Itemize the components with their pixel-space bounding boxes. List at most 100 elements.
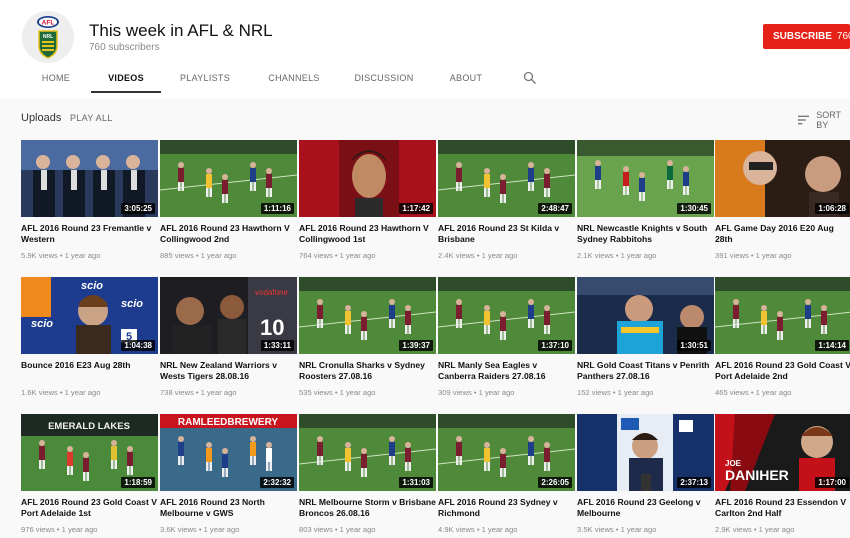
- video-card[interactable]: JOE DANIHER 1:17:00 AFL 2016 Round 23 Essen…: [715, 414, 850, 534]
- video-thumbnail[interactable]: 3:05:25: [21, 140, 158, 217]
- video-duration: 1:14:14: [815, 340, 849, 351]
- video-thumbnail[interactable]: 2:26:05: [438, 414, 575, 491]
- video-thumbnail[interactable]: 1:37:10: [438, 277, 575, 354]
- video-title[interactable]: NRL Manly Sea Eagles v Canberra Raiders …: [438, 360, 575, 382]
- video-meta: 2.4K views • 1 year ago: [438, 251, 518, 260]
- video-duration: 1:30:45: [677, 203, 711, 214]
- svg-text:DANIHER: DANIHER: [725, 467, 789, 483]
- video-card[interactable]: 1:11:16 AFL 2016 Round 23 Hawthorn V Coll…: [160, 140, 297, 260]
- video-card[interactable]: EMERALD LAKES 1:18:59 AFL 2016 Round 23 Go…: [21, 414, 158, 534]
- video-thumbnail[interactable]: 1:14:14: [715, 277, 850, 354]
- video-card[interactable]: scio scio scio 5 1:04:38 Bounce 2016 E23 Aug …: [21, 277, 158, 397]
- video-duration: 1:30:51: [677, 340, 711, 351]
- video-card[interactable]: 1:39:37 NRL Cronulla Sharks v Sydney Roos…: [299, 277, 436, 397]
- tab-videos[interactable]: VIDEOS: [91, 62, 161, 93]
- video-meta: 976 views • 1 year ago: [21, 525, 98, 534]
- tab-channels[interactable]: CHANNELS: [259, 62, 329, 94]
- video-thumbnail[interactable]: 1:39:37: [299, 277, 436, 354]
- video-card[interactable]: 2:26:05 AFL 2016 Round 23 Sydney v Richmo…: [438, 414, 575, 534]
- video-card[interactable]: 1:30:45 NRL Newcastle Knights v South Syd…: [577, 140, 714, 260]
- video-card[interactable]: 2:48:47 AFL 2016 Round 23 St Kilda v Bris…: [438, 140, 575, 260]
- video-meta: 152 views • 1 year ago: [577, 388, 654, 397]
- video-duration: 1:17:42: [399, 203, 433, 214]
- video-thumbnail[interactable]: 1:30:45: [577, 140, 714, 217]
- video-thumbnail[interactable]: RAMLEEDBREWERY 2:32:32: [160, 414, 297, 491]
- video-title[interactable]: AFL 2016 Round 23 Essendon V Carlton 2nd…: [715, 497, 850, 519]
- video-title[interactable]: AFL 2016 Round 23 Hawthorn V Collingwood…: [160, 223, 297, 245]
- afl-nrl-logo: AFL NRL: [22, 11, 74, 63]
- video-title[interactable]: NRL Melbourne Storm v Brisbane Broncos 2…: [299, 497, 436, 519]
- video-card[interactable]: 1:31:03 NRL Melbourne Storm v Brisbane Br…: [299, 414, 436, 534]
- video-thumbnail[interactable]: 2:37:13: [577, 414, 714, 491]
- tab-discussion[interactable]: DISCUSSION: [348, 62, 420, 94]
- channel-header: AFL NRL This week in AFL & NRL 760 subsc…: [0, 0, 850, 98]
- video-thumbnail[interactable]: 1:31:03: [299, 414, 436, 491]
- video-meta: 5.9K views • 1 year ago: [21, 251, 101, 260]
- tab-playlists[interactable]: PLAYLISTS: [170, 62, 240, 94]
- video-meta: 764 views • 1 year ago: [299, 251, 376, 260]
- video-card[interactable]: 2:37:13 AFL 2016 Round 23 Geelong v Melbo…: [577, 414, 714, 534]
- video-duration: 1:37:10: [538, 340, 572, 351]
- tab-home[interactable]: HOME: [21, 62, 91, 94]
- video-meta: 309 views • 1 year ago: [438, 388, 515, 397]
- video-duration: 1:11:16: [260, 203, 294, 214]
- video-meta: 738 views • 1 year ago: [160, 388, 237, 397]
- svg-text:10: 10: [260, 315, 284, 340]
- video-card[interactable]: 3:05:25 AFL 2016 Round 23 Fremantle v Wes…: [21, 140, 158, 260]
- video-title[interactable]: AFL 2016 Round 23 Geelong v Melbourne: [577, 497, 714, 519]
- sort-label: SORT BY: [816, 110, 841, 130]
- video-duration: 1:18:59: [121, 477, 155, 488]
- video-thumbnail[interactable]: vodafone 10 1:33:11: [160, 277, 297, 354]
- svg-text:scio: scio: [121, 298, 143, 310]
- video-meta: 465 views • 1 year ago: [715, 388, 792, 397]
- video-thumbnail[interactable]: 2:48:47: [438, 140, 575, 217]
- video-title[interactable]: AFL 2016 Round 23 St Kilda v Brisbane: [438, 223, 575, 245]
- video-thumbnail[interactable]: 1:11:16: [160, 140, 297, 217]
- video-title[interactable]: NRL Cronulla Sharks v Sydney Roosters 27…: [299, 360, 436, 382]
- video-thumbnail[interactable]: 1:30:51: [577, 277, 714, 354]
- youtube-channel-page: AFL NRL This week in AFL & NRL 760 subsc…: [0, 0, 850, 538]
- video-card[interactable]: 1:17:42 AFL 2016 Round 23 Hawthorn V Coll…: [299, 140, 436, 260]
- video-title[interactable]: NRL Newcastle Knights v South Sydney Rab…: [577, 223, 714, 245]
- tab-about[interactable]: ABOUT: [436, 62, 496, 94]
- video-meta: 535 views • 1 year ago: [299, 388, 376, 397]
- subscribe-count: 760: [836, 31, 850, 42]
- video-title[interactable]: NRL New Zealand Warriors v Wests Tigers …: [160, 360, 297, 382]
- subscribe-button[interactable]: SUBSCRIBE 760: [763, 24, 850, 49]
- video-duration: 1:39:37: [399, 340, 433, 351]
- video-card[interactable]: 1:30:51 NRL Gold Coast Titans v Penrith P…: [577, 277, 714, 397]
- video-title[interactable]: NRL Gold Coast Titans v Penrith Panthers…: [577, 360, 714, 382]
- channel-avatar[interactable]: AFL NRL: [22, 11, 74, 63]
- video-thumbnail[interactable]: 1:17:42: [299, 140, 436, 217]
- sort-by-button[interactable]: SORT BY: [798, 110, 850, 130]
- channel-tabs: HOME VIDEOS PLAYLISTS CHANNELS DISCUSSIO…: [0, 62, 850, 98]
- video-title[interactable]: AFL 2016 Round 23 Fremantle v Western: [21, 223, 158, 245]
- video-card[interactable]: 1:06:28 AFL Game Day 2016 E20 Aug 28th 391…: [715, 140, 850, 260]
- video-duration: 2:26:05: [538, 477, 572, 488]
- sort-icon: [798, 115, 810, 125]
- video-title[interactable]: AFL 2016 Round 23 Gold Coast V Port Adel…: [715, 360, 850, 382]
- video-thumbnail[interactable]: scio scio scio 5 1:04:38: [21, 277, 158, 354]
- uploads-heading[interactable]: Uploads: [21, 112, 61, 124]
- video-duration: 1:04:38: [121, 340, 155, 351]
- video-duration: 2:32:32: [260, 477, 294, 488]
- play-all-button[interactable]: PLAY ALL: [70, 113, 113, 123]
- video-title[interactable]: AFL 2016 Round 23 North Melbourne v GWS: [160, 497, 297, 519]
- afl-logo-text: AFL: [42, 20, 55, 27]
- video-thumbnail[interactable]: JOE DANIHER 1:17:00: [715, 414, 850, 491]
- video-title[interactable]: AFL 2016 Round 23 Sydney v Richmond: [438, 497, 575, 519]
- video-meta: 3.5K views • 1 year ago: [577, 525, 657, 534]
- svg-text:RAMLEEDBREWERY: RAMLEEDBREWERY: [178, 417, 279, 428]
- video-card[interactable]: 1:37:10 NRL Manly Sea Eagles v Canberra R…: [438, 277, 575, 397]
- video-card[interactable]: 1:14:14 AFL 2016 Round 23 Gold Coast V Po…: [715, 277, 850, 397]
- video-card[interactable]: vodafone 10 1:33:11 NRL New Zealand Warrior…: [160, 277, 297, 397]
- video-thumbnail[interactable]: 1:06:28: [715, 140, 850, 217]
- video-title[interactable]: AFL Game Day 2016 E20 Aug 28th: [715, 223, 850, 245]
- video-title[interactable]: Bounce 2016 E23 Aug 28th: [21, 360, 158, 382]
- video-thumbnail[interactable]: EMERALD LAKES 1:18:59: [21, 414, 158, 491]
- video-title[interactable]: AFL 2016 Round 23 Gold Coast V Port Adel…: [21, 497, 158, 519]
- video-title[interactable]: AFL 2016 Round 23 Hawthorn V Collingwood…: [299, 223, 436, 245]
- video-card[interactable]: RAMLEEDBREWERY 2:32:32 AFL 2016 Round 23 N…: [160, 414, 297, 534]
- search-icon[interactable]: [523, 71, 537, 85]
- subscribe-label: SUBSCRIBE: [773, 31, 832, 42]
